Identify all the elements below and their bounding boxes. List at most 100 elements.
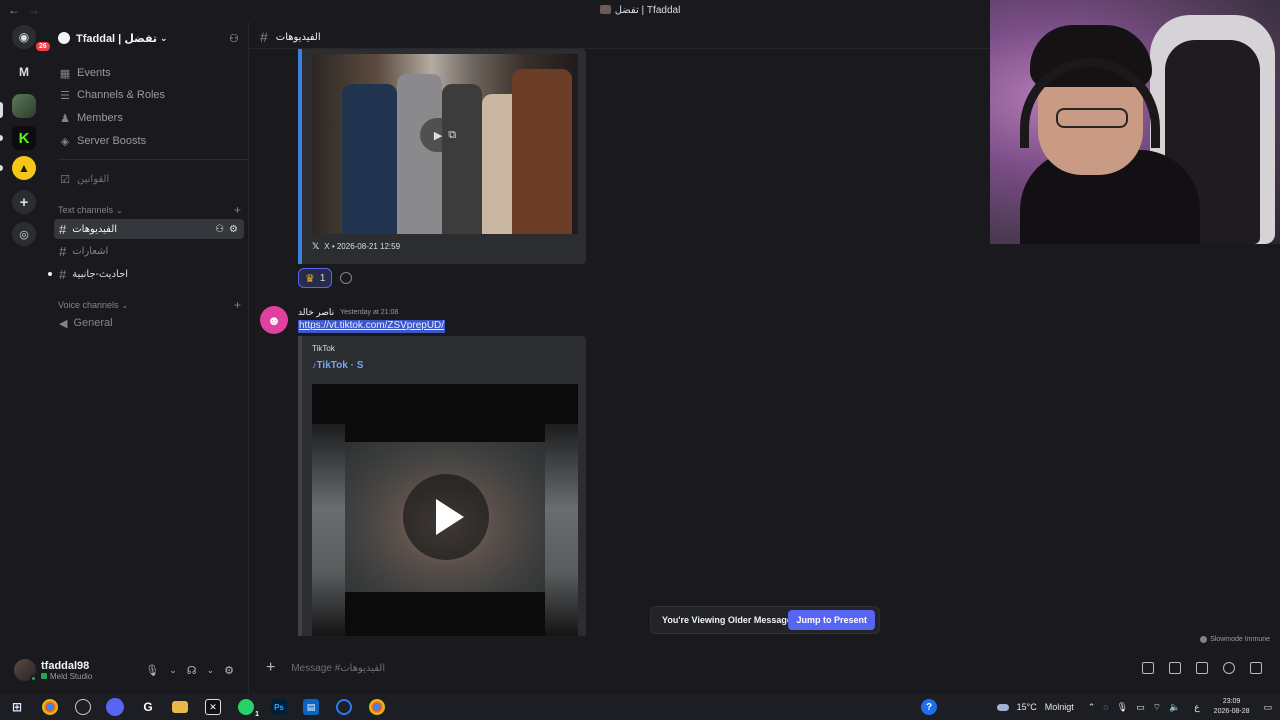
discord-logo-icon: ☻ <box>267 312 281 328</box>
browser-icon[interactable] <box>336 699 352 715</box>
server-kick[interactable]: K <box>12 126 36 150</box>
composer-tools <box>1142 662 1262 674</box>
channel-videos[interactable]: # الفيديوهات ⚇ ⚙ <box>54 219 244 239</box>
help-icon[interactable]: ? <box>921 699 937 715</box>
category-text-channels[interactable]: Text channels ⌄ + <box>58 203 243 217</box>
system-tray: 15°C Molnigt ⌃ ◌ 🎙 ▭ ⌔ 🔈 ع 23:09 2026-08… <box>996 694 1272 720</box>
unread-dot <box>48 272 52 276</box>
windows-start-icon[interactable]: ⊞ <box>9 699 25 715</box>
members-icon: ♟ <box>60 112 70 125</box>
server-m-letter: M <box>19 65 29 79</box>
message-link[interactable]: https://vt.tiktok.com/ZSVprepUD/ <box>298 320 446 333</box>
server-m[interactable]: M <box>12 60 36 84</box>
gear-icon[interactable]: ⚙ <box>229 224 238 235</box>
logitech-icon[interactable]: G <box>140 699 156 715</box>
guild-header[interactable]: Tfaddal | تفضل ⌄ ⚇ <box>58 30 243 46</box>
guild-icon <box>58 32 70 44</box>
channel-rules[interactable]: ☑ القوانين <box>58 169 238 189</box>
video-player[interactable] <box>312 384 578 636</box>
menu-channels-roles[interactable]: ☰ Channels & Roles <box>58 85 238 105</box>
embed-title[interactable]: ♪TikTok · S <box>312 360 363 371</box>
server-tfaddal[interactable] <box>12 94 36 118</box>
user-info[interactable]: tfaddal98 Meld Studio <box>41 660 92 681</box>
file-explorer-icon[interactable] <box>172 701 188 713</box>
temperature[interactable]: 15°C <box>1017 702 1037 712</box>
windows-taskbar: ⊞ G ✕ 1 Ps ▤ ? 15°C Molnigt ⌃ ◌ 🎙 ▭ ⌔ 🔈 … <box>0 694 1280 720</box>
wifi-icon[interactable]: ⌔ <box>1153 702 1161 713</box>
hash-icon: # <box>260 29 268 45</box>
menu-server-boosts-label: Server Boosts <box>77 135 147 147</box>
clock[interactable]: 23:09 2026-08-28 <box>1214 697 1250 717</box>
headphones-icon[interactable]: ☊ <box>187 664 197 677</box>
direct-messages-button[interactable]: ◉ 26 <box>12 25 52 53</box>
display-icon[interactable]: ▭ <box>1136 702 1145 713</box>
invite-people-icon[interactable]: ⚇ <box>229 32 241 45</box>
window-title-text: تفضل | Tfaddal <box>614 5 681 16</box>
volume-icon[interactable]: 🔈 <box>1169 702 1180 713</box>
kick-logo-icon: K <box>18 129 30 147</box>
whatsapp-icon[interactable]: 1 <box>238 699 259 718</box>
open-external-icon: ⧉ <box>448 128 457 141</box>
language-indicator[interactable]: ع <box>1194 702 1199 713</box>
chevron-down-icon[interactable]: ⌄ <box>169 665 177 676</box>
add-reaction-icon[interactable] <box>340 272 353 284</box>
microphone-icon[interactable]: 🎙 <box>145 664 159 677</box>
whatsapp-badge: 1 <box>255 711 259 718</box>
reaction-crown[interactable]: ♛ 1 <box>298 268 333 288</box>
video-blur-left <box>312 424 345 636</box>
menu-members[interactable]: ♟ Members <box>58 108 238 128</box>
chrome-icon[interactable] <box>42 699 58 715</box>
embed-provider: TikTok <box>312 344 335 353</box>
discover-button[interactable]: ◎ <box>12 222 36 246</box>
discord-app: ← → تفضل | Tfaddal ◉ 26 M K ▲ + ◎ Tfadda… <box>0 0 1280 694</box>
older-messages-bar: You're Viewing Older Messages Jump to Pr… <box>650 606 880 634</box>
chevron-down-icon: ⌄ <box>121 300 129 310</box>
avatar[interactable] <box>14 659 37 682</box>
microphone-icon[interactable]: 🎙 <box>1117 702 1128 713</box>
play-button[interactable] <box>403 474 489 560</box>
play-button[interactable]: ▶ ⧉ <box>420 118 470 152</box>
weather-text[interactable]: Molnigt <box>1045 702 1074 712</box>
category-voice-label: Voice channels <box>58 300 119 310</box>
emoji-icon[interactable] <box>1223 662 1235 674</box>
capcut-icon[interactable]: ✕ <box>205 699 221 715</box>
sticker-icon[interactable] <box>1196 662 1208 674</box>
channel-header-title: الفيديوهات <box>275 31 321 43</box>
chrome-icon[interactable] <box>369 699 385 715</box>
webcam-overlay <box>990 0 1280 244</box>
menu-server-boosts[interactable]: ◈ Server Boosts <box>58 131 238 151</box>
chevron-down-icon[interactable]: ⌄ <box>207 665 215 676</box>
cloud-icon <box>996 703 1009 711</box>
channel-side-talk[interactable]: # احاديث-جانبية <box>54 264 244 284</box>
photoshop-icon[interactable]: Ps <box>271 699 287 715</box>
slowmode-text: Slowmode Immune <box>1210 636 1270 643</box>
server-yellow[interactable]: ▲ <box>12 156 36 180</box>
add-channel-icon[interactable]: + <box>234 203 241 217</box>
apps-icon[interactable] <box>1250 662 1262 674</box>
message-author[interactable]: ناصر خالد <box>298 307 334 318</box>
jump-to-present-button[interactable]: Jump to Present <box>788 610 875 630</box>
settings-gear-icon[interactable]: ⚙ <box>224 664 234 677</box>
chevron-up-icon[interactable]: ⌃ <box>1088 702 1096 713</box>
message-input[interactable]: Message #الفيديوهات <box>291 663 385 674</box>
compass-icon: ◎ <box>19 228 29 241</box>
menu-events[interactable]: ▦ Events <box>58 63 238 83</box>
gift-icon[interactable] <box>1142 662 1154 674</box>
add-attachment-icon[interactable]: + <box>266 659 275 677</box>
channel-tools: ⚇ ⚙ <box>215 224 238 235</box>
notification-icon[interactable]: ▭ <box>1263 702 1272 713</box>
invite-icon[interactable]: ⚇ <box>215 224 224 235</box>
add-server-button[interactable]: + <box>12 190 36 214</box>
app-icon[interactable]: ▤ <box>303 699 319 715</box>
obs-icon[interactable] <box>75 699 91 715</box>
gif-icon[interactable] <box>1169 662 1181 674</box>
discord-taskbar-icon[interactable] <box>106 698 124 716</box>
channel-notifications[interactable]: # اشعارات <box>54 241 244 261</box>
category-voice-channels[interactable]: Voice channels ⌄ + <box>58 298 243 312</box>
avatar[interactable]: ☻ <box>260 306 288 334</box>
network-icon[interactable]: ◌ <box>1103 702 1108 712</box>
video-thumbnail[interactable]: ▶ ⧉ <box>312 54 578 234</box>
add-channel-icon[interactable]: + <box>234 298 241 312</box>
online-status-icon <box>30 675 37 682</box>
voice-channel-general[interactable]: ◀ General <box>54 313 244 333</box>
